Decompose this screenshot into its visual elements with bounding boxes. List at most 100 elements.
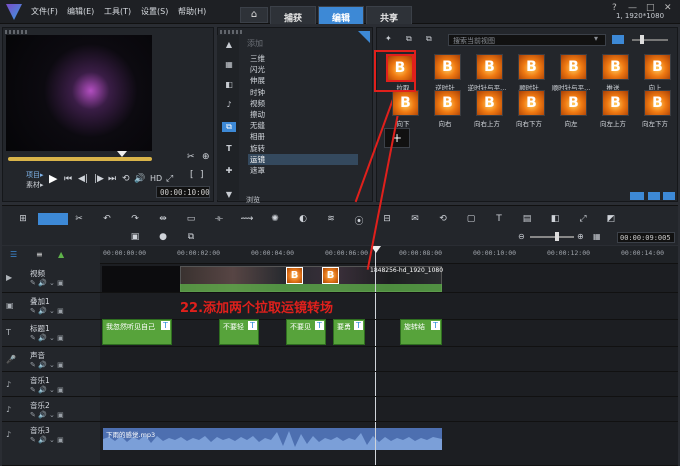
menu-settings[interactable]: 设置(S) — [141, 6, 168, 17]
tab-edit[interactable]: 编辑 — [318, 6, 364, 24]
grid-view-icon[interactable] — [630, 192, 644, 200]
zoom-icon[interactable]: ⊕ — [202, 152, 210, 162]
music-icon[interactable]: ♪ — [222, 100, 236, 110]
zoom-slider[interactable] — [530, 236, 574, 238]
toolbar-tool-8-icon[interactable]: ⟿ — [240, 214, 254, 224]
transition-category-2[interactable]: 伸展 — [248, 75, 358, 86]
preview-scrubber[interactable] — [8, 157, 152, 161]
up-arrow-icon[interactable]: ▲ — [222, 40, 236, 50]
skip-end-icon[interactable]: ⏭ — [108, 174, 116, 184]
menu-help[interactable]: 帮助(H) — [178, 6, 206, 17]
transition-category-10[interactable]: 遮罩 — [248, 165, 358, 176]
project-mode-label[interactable]: 项目▸ — [26, 170, 44, 180]
search-dropdown-icon[interactable]: ▾ — [594, 34, 598, 43]
mark-in-icon[interactable]: [ — [190, 170, 194, 180]
volume-icon[interactable]: 🔊 — [134, 174, 145, 184]
transition-category-8[interactable]: 旋转 — [248, 143, 358, 154]
instant-project-icon[interactable]: ◧ — [222, 80, 236, 90]
toolbar-secondary-2-icon[interactable]: ⧉ — [184, 232, 198, 242]
skip-start-icon[interactable]: ⏮ — [64, 174, 72, 184]
ripple-edit-icon[interactable]: ▲ — [58, 250, 64, 259]
step-forward-icon[interactable]: |▶ — [94, 174, 104, 184]
options-icon[interactable] — [663, 192, 675, 200]
apply-random-icon[interactable]: ⧉ — [406, 34, 412, 44]
zoom-out-icon[interactable]: ⊖ — [518, 232, 525, 241]
transition-thumb-row2-0[interactable]: B — [392, 90, 419, 116]
play-icon[interactable]: ▶ — [49, 172, 57, 185]
transition-thumb-row2-6[interactable]: B — [644, 90, 671, 116]
transition-thumb-row1-6[interactable]: B — [644, 54, 671, 80]
preview-video[interactable] — [6, 35, 152, 151]
track-overlay-controls[interactable]: ✎ 🔊 ⌄ ▣ — [30, 307, 64, 315]
transition-thumb-row1-5[interactable]: B — [602, 54, 629, 80]
browse-button[interactable]: 浏览 — [246, 195, 260, 205]
title-icon[interactable]: T — [222, 144, 236, 154]
timeline-timecode[interactable]: 00:00:09:005 — [617, 232, 675, 243]
add-transition-button[interactable]: + — [384, 128, 410, 148]
toolbar-tool-5-icon[interactable]: ⇹ — [156, 214, 170, 224]
toolbar-tool-11-icon[interactable]: ≋ — [324, 214, 338, 224]
apply-current-icon[interactable]: ⧉ — [426, 34, 432, 44]
toolbar-tool-19-icon[interactable]: ◧ — [548, 214, 562, 224]
toolbar-tool-15-icon[interactable]: ⟲ — [436, 214, 450, 224]
toolbar-secondary-1-icon[interactable]: ● — [156, 232, 170, 242]
track-manager-icon[interactable]: ☰ — [10, 250, 17, 259]
home-icon[interactable]: ⌂ — [240, 7, 268, 23]
step-back-icon[interactable]: ◀| — [78, 174, 88, 184]
toolbar-tool-2-icon[interactable]: ✂ — [72, 214, 86, 224]
transition-category-4[interactable]: 视频 — [248, 98, 358, 109]
transition-category-1[interactable]: 闪光 — [248, 64, 358, 75]
transition-thumb-row2-1[interactable]: B — [434, 90, 461, 116]
toolbar-tool-7-icon[interactable]: ⟛ — [212, 214, 226, 224]
toolbar-tool-14-icon[interactable]: ✉ — [408, 214, 422, 224]
add-folder-button[interactable]: 添加 — [247, 38, 263, 49]
graphics-icon[interactable]: ✚ — [222, 166, 236, 176]
slider-handle[interactable] — [640, 35, 644, 44]
track-title-controls[interactable]: ✎ 🔊 ⌄ ▣ — [30, 334, 64, 342]
transition-thumb-row2-3[interactable]: B — [518, 90, 545, 116]
toolbar-tool-3-icon[interactable]: ↶ — [100, 214, 114, 224]
down-arrow-icon[interactable]: ▼ — [222, 190, 236, 200]
transition-thumb-row2-4[interactable]: B — [560, 90, 587, 116]
zoom-in-icon[interactable]: ⊕ — [577, 232, 584, 241]
toolbar-tool-17-icon[interactable]: T — [492, 214, 506, 224]
preview-timecode[interactable]: 00:00:10:00 — [156, 186, 210, 198]
toolbar-tool-10-icon[interactable]: ◐ — [296, 214, 310, 224]
mark-out-icon[interactable]: ] — [200, 170, 204, 180]
transition-category-7[interactable]: 相册 — [248, 131, 358, 142]
track-voice-controls[interactable]: ✎ 🔊 ⌄ ▣ — [30, 361, 64, 369]
transition-thumb-row1-3[interactable]: B — [518, 54, 545, 80]
toolbar-secondary-0-icon[interactable]: ▣ — [128, 232, 142, 242]
add-to-favorites-icon[interactable]: ✦ — [385, 34, 392, 43]
track-music3-controls[interactable]: ✎ 🔊 ⌄ ▣ — [30, 436, 64, 444]
transition-category-6[interactable]: 无缝 — [248, 120, 358, 131]
fit-project-icon[interactable]: ▦ — [593, 232, 601, 241]
scrubber-handle[interactable] — [117, 151, 127, 157]
fullscreen-icon[interactable]: ⤢ — [166, 174, 173, 184]
transition-thumb-row1-1[interactable]: B — [434, 54, 461, 80]
thumbnail-size-slider[interactable] — [632, 39, 668, 41]
toolbar-tool-16-icon[interactable]: ▢ — [464, 214, 478, 224]
view-toggle-icon[interactable] — [612, 35, 624, 44]
transition-thumb-row2-2[interactable]: B — [476, 90, 503, 116]
transition-category-5[interactable]: 擦动 — [248, 109, 358, 120]
repeat-icon[interactable]: ⟲ — [122, 174, 130, 184]
track-music2-controls[interactable]: ✎ 🔊 ⌄ ▣ — [30, 411, 64, 419]
transition-thumb-row2-5[interactable]: B — [602, 90, 629, 116]
toolbar-tool-6-icon[interactable]: ▭ — [184, 214, 198, 224]
clip-mode-label[interactable]: 素材▸ — [26, 180, 44, 190]
tab-share[interactable]: 共享 — [366, 6, 412, 24]
list-view-icon[interactable] — [648, 192, 660, 200]
search-input[interactable]: 搜索当前视图 — [448, 34, 606, 46]
transition-category-9[interactable]: 运镜 — [248, 153, 358, 165]
toolbar-tool-21-icon[interactable]: ◩ — [604, 214, 618, 224]
split-icon[interactable]: ✂ — [187, 152, 195, 162]
zoom-slider-handle[interactable] — [555, 232, 559, 241]
transition-category-3[interactable]: 时钟 — [248, 87, 358, 98]
toolbar-tool-4-icon[interactable]: ↷ — [128, 214, 142, 224]
toolbar-tool-13-icon[interactable]: ⊟ — [380, 214, 394, 224]
storyboard-view-button[interactable] — [38, 213, 68, 225]
transition-thumb-row1-2[interactable]: B — [476, 54, 503, 80]
toolbar-tool-12-icon[interactable]: ⦿ — [352, 214, 366, 227]
tab-capture[interactable]: 捕获 — [270, 6, 316, 24]
